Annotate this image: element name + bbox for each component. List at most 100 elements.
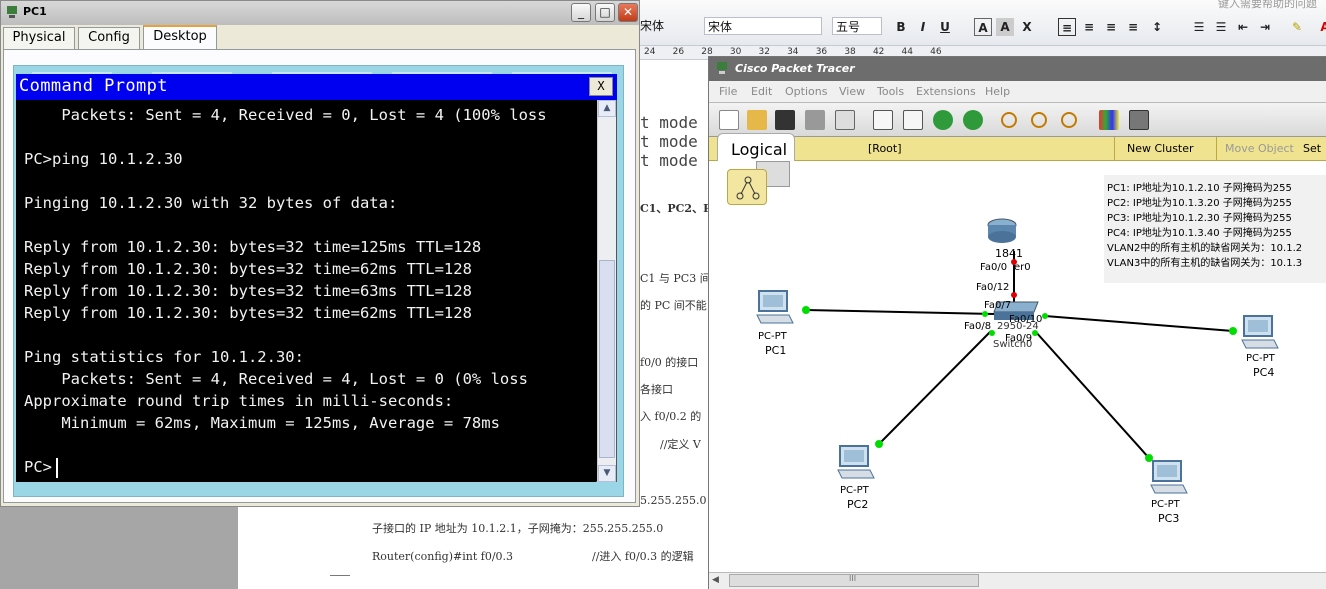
font-color-icon[interactable]: A	[1316, 18, 1326, 36]
indent-icon[interactable]: ⇥	[1256, 18, 1274, 36]
terminal-line: PC>ping 10.1.2.30	[24, 150, 183, 168]
pt-titlebar[interactable]: Cisco Packet Tracer	[709, 57, 1326, 81]
menu-view[interactable]: View	[839, 85, 865, 98]
close-button[interactable]: ✕	[618, 3, 638, 22]
doc-line: 子接口的 IP 地址为 10.1.2.1，子网掩为：255.255.255.0	[372, 522, 664, 535]
topology-note[interactable]: PC1: IP地址为10.1.2.10 子网掩码为255 PC2: IP地址为1…	[1104, 175, 1326, 283]
italic-icon[interactable]: I	[914, 18, 932, 36]
port-label: Fa0/7	[984, 300, 1012, 311]
align-justify-icon[interactable]: ≡	[1058, 18, 1076, 36]
pc-icon[interactable]	[1240, 314, 1280, 352]
print-icon[interactable]	[805, 110, 825, 130]
doc-side-text: f0/0 的接口	[640, 356, 699, 369]
note-line: VLAN3中的所有主机的缺省网关为：10.1.3	[1107, 258, 1303, 269]
word-gray-margin	[0, 507, 238, 589]
note-line: PC1: IP地址为10.1.2.10 子网掩码为255	[1107, 183, 1292, 194]
page-corner-mark	[330, 575, 350, 576]
align-center-icon[interactable]: ≡	[1080, 18, 1098, 36]
char-border-icon[interactable]: A	[974, 18, 992, 36]
align-right-icon[interactable]: ≡	[1102, 18, 1120, 36]
terminal-line: Approximate round trip times in milli-se…	[24, 392, 454, 410]
pc1-titlebar[interactable]: PC1 _ □ ✕	[1, 1, 639, 25]
zoom-out-icon[interactable]	[1061, 112, 1077, 128]
tab-physical[interactable]: Physical	[3, 27, 75, 49]
hscroll-grip: III	[849, 574, 857, 583]
copy-icon[interactable]	[873, 110, 893, 130]
new-file-icon[interactable]	[719, 110, 739, 130]
doc-side-text: 5.255.255.0	[640, 494, 707, 507]
redo-icon[interactable]	[963, 110, 983, 130]
char-shading-icon[interactable]: A	[996, 18, 1014, 36]
bullets-icon[interactable]: ☰	[1212, 18, 1230, 36]
outdent-icon[interactable]: ⇤	[1234, 18, 1252, 36]
link-pc4-switch	[1044, 315, 1234, 332]
logical-workspace[interactable]: 1841 Fa0/0 er0 Fa0/12 Fa0/7 Fa0/8 2950-2…	[709, 161, 1326, 572]
menu-options[interactable]: Options	[785, 85, 827, 98]
paste-icon[interactable]	[903, 110, 923, 130]
router-name-tail: er0	[1014, 262, 1031, 273]
scroll-left-icon[interactable]: ◀	[712, 575, 719, 585]
bar-divider	[1114, 137, 1115, 161]
device-type-label: PC-PT	[1151, 499, 1180, 510]
numbering-icon[interactable]: ☰	[1190, 18, 1208, 36]
menu-file[interactable]: File	[719, 85, 737, 98]
custom-device-icon[interactable]	[1129, 110, 1149, 130]
command-prompt-close-button[interactable]: X	[589, 77, 613, 96]
terminal-line: Reply from 10.1.2.30: bytes=32 time=62ms…	[24, 304, 472, 322]
word-page-bottom	[238, 507, 712, 589]
router-icon[interactable]	[986, 215, 1018, 247]
distributed-icon[interactable]: ≡	[1124, 18, 1142, 36]
terminal-output[interactable]: . Packets: Sent = 4, Received = 0, Lost …	[16, 100, 596, 482]
bold-icon[interactable]: B	[892, 18, 910, 36]
port-label: Fa0/10	[1009, 314, 1043, 325]
save-icon[interactable]	[775, 110, 795, 130]
doc-side-text: 入 f0/0.2 的	[640, 410, 702, 423]
zoom-reset-icon[interactable]	[1031, 112, 1047, 128]
maximize-button[interactable]: □	[595, 3, 615, 22]
menu-extensions[interactable]: Extensions	[916, 85, 976, 98]
underline-icon[interactable]: U	[936, 18, 954, 36]
char-scale-icon[interactable]: X	[1018, 18, 1036, 36]
pc-icon[interactable]	[755, 289, 795, 327]
logical-label: Logical	[731, 140, 788, 159]
minimize-button[interactable]: _	[571, 3, 591, 22]
port-status-green	[875, 440, 883, 448]
port-status-green	[982, 311, 988, 317]
device-type-label: PC-PT	[1246, 353, 1275, 364]
root-label[interactable]: [Root]	[868, 142, 902, 155]
pt-menubar: File Edit Options View Tools Extensions …	[709, 81, 1326, 103]
zoom-in-icon[interactable]	[1001, 112, 1017, 128]
menu-edit[interactable]: Edit	[751, 85, 772, 98]
font-family-combo[interactable]: 宋体	[704, 17, 822, 35]
open-folder-icon[interactable]	[747, 110, 767, 130]
new-cluster-button[interactable]: New Cluster	[1127, 142, 1194, 155]
pc-icon[interactable]	[1149, 459, 1189, 497]
activity-wizard-icon[interactable]	[835, 110, 855, 130]
port-status-red	[1011, 292, 1017, 298]
scroll-thumb[interactable]	[599, 260, 615, 458]
font-size-combo[interactable]: 五号	[832, 17, 882, 35]
palette-icon[interactable]	[1099, 110, 1119, 130]
workspace-hscrollbar[interactable]: ◀ III	[709, 572, 1326, 589]
command-prompt-titlebar[interactable]: Command Prompt	[16, 74, 617, 100]
menu-tools[interactable]: Tools	[877, 85, 904, 98]
word-toolbar: 宋体 宋体 五号 B I U A A X ≡ ≡ ≡ ≡ ↕ ☰ ☰ ⇤ ⇥ ✎…	[640, 0, 1326, 46]
help-search-hint[interactable]: 键入需要帮助的问题	[1218, 0, 1317, 13]
tab-desktop[interactable]: Desktop	[143, 25, 217, 50]
move-object-button[interactable]: Move Object	[1225, 142, 1294, 155]
terminal-line: Pinging 10.1.2.30 with 32 bytes of data:	[24, 194, 398, 212]
line-spacing-icon[interactable]: ↕	[1148, 18, 1166, 36]
highlight-icon[interactable]: ✎	[1288, 18, 1306, 36]
router-model-label: 1841	[995, 247, 1023, 260]
device-name-label: PC4	[1253, 366, 1275, 379]
scroll-up-icon[interactable]: ▲	[598, 100, 616, 117]
tab-config[interactable]: Config	[78, 27, 140, 49]
set-button[interactable]: Set	[1303, 142, 1321, 155]
menu-help[interactable]: Help	[985, 85, 1010, 98]
terminal-line: Minimum = 62ms, Maximum = 125ms, Average…	[24, 414, 500, 432]
terminal-scrollbar[interactable]: ▲ ▼	[597, 100, 616, 482]
scroll-down-icon[interactable]: ▼	[598, 465, 616, 482]
pc-icon[interactable]	[836, 444, 876, 482]
device-type-label: PC-PT	[840, 485, 869, 496]
undo-icon[interactable]	[933, 110, 953, 130]
